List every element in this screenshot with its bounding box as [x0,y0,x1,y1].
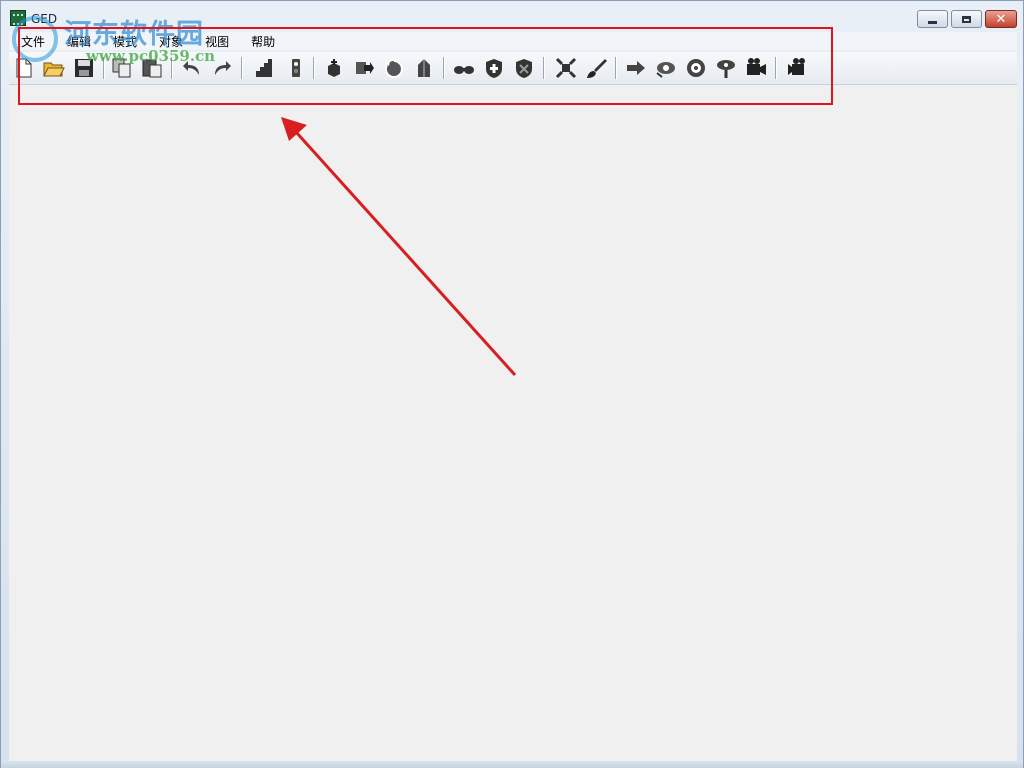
view-pin-icon [717,60,735,78]
toolbar-separator [241,57,243,79]
window-title: GED [31,12,58,26]
save-button[interactable] [73,57,95,79]
binoculars-icon [454,66,474,74]
maximize-button[interactable] [951,10,982,28]
cube-arrow-icon [328,59,340,77]
undo-button[interactable] [181,57,203,79]
window-border [1,761,1023,768]
copy-icon [112,58,131,78]
camera-record-button[interactable] [787,57,809,79]
minimize-icon [928,20,937,24]
slider-icon [292,59,300,77]
open-folder-icon [43,62,65,77]
grid-button[interactable] [253,57,275,79]
binoculars-button[interactable] [453,57,475,79]
grid-stairs-icon [256,59,272,77]
slider-button[interactable] [285,57,307,79]
maximize-icon [962,15,971,23]
save-icon [75,59,93,77]
menu-file[interactable]: 文件 [9,33,55,50]
shield-edit-button[interactable] [513,57,535,79]
expand-icon [555,57,577,79]
extrude-button[interactable] [413,57,435,79]
paste-icon [142,59,162,78]
toolbar-separator [615,57,617,79]
menu-object[interactable]: 对象 [147,33,193,50]
new-file-icon [16,58,32,78]
brush-icon [587,59,607,78]
menu-view[interactable]: 视图 [193,33,239,50]
app-window: GED ✕ 文件 编辑 模式 对象 视图 帮助 [0,0,1024,768]
undo-icon [183,61,199,75]
paste-button[interactable] [141,57,163,79]
expand-button[interactable] [555,57,577,79]
view-pin-button[interactable] [715,57,737,79]
title-bar[interactable]: GED ✕ [1,1,1023,31]
workspace-area[interactable] [9,85,1017,761]
brush-button[interactable] [585,57,607,79]
menu-edit[interactable]: 编辑 [55,33,101,50]
toolbar-separator [543,57,545,79]
close-button[interactable]: ✕ [985,10,1017,28]
menu-mode[interactable]: 模式 [101,33,147,50]
copy-button[interactable] [111,57,133,79]
new-file-button[interactable] [13,57,35,79]
app-icon [10,10,26,26]
redo-button[interactable] [211,57,233,79]
view-arrow-button[interactable] [625,57,647,79]
camera-record-icon [788,58,805,75]
cube-arrow-button[interactable] [323,57,345,79]
toolbar-separator [313,57,315,79]
menu-help[interactable]: 帮助 [239,33,285,50]
close-icon: ✕ [995,11,1007,27]
shield-add-icon [486,59,502,78]
toolbar [9,52,1017,85]
redo-icon [215,61,231,75]
toolbar-separator [171,57,173,79]
shield-add-button[interactable] [483,57,505,79]
view-rotate-icon [656,62,675,78]
camera-icon [747,58,766,75]
shape-right-icon [356,62,374,74]
toolbar-separator [103,57,105,79]
camera-button[interactable] [745,57,767,79]
view-target-button[interactable] [685,57,707,79]
rotate-icon [384,60,403,78]
toolbar-separator [775,57,777,79]
view-rotate-button[interactable] [655,57,677,79]
minimize-button[interactable] [917,10,948,28]
rotate-button[interactable] [383,57,405,79]
open-button[interactable] [43,57,65,79]
view-target-icon [687,59,705,77]
shield-edit-icon [516,59,532,78]
view-arrow-icon [627,61,645,75]
shape-right-button[interactable] [353,57,375,79]
extrude-icon [418,59,430,77]
menu-bar: 文件 编辑 模式 对象 视图 帮助 [9,32,1017,50]
toolbar-separator [443,57,445,79]
